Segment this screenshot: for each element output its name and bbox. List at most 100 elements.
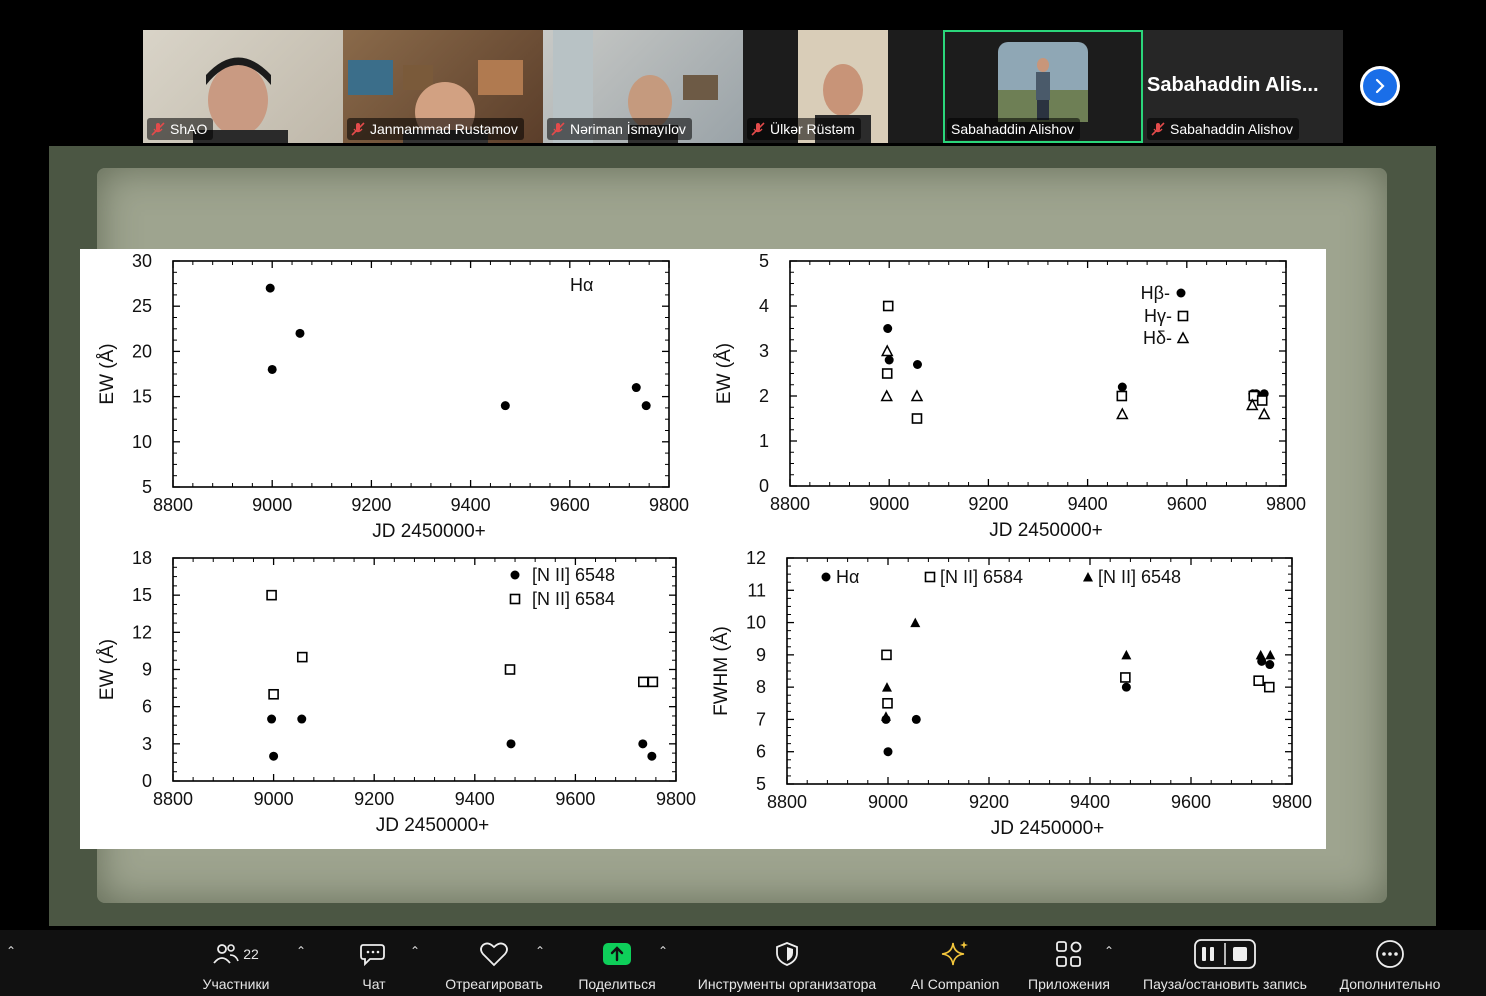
apps-button[interactable]: Приложения [1020, 930, 1118, 996]
y-axis-label: EW (Å) [97, 639, 118, 700]
chevron-up-icon[interactable]: ⌃ [658, 944, 668, 958]
y-tick-label: 9 [756, 645, 766, 665]
gallery-next-button[interactable] [1360, 66, 1400, 106]
x-tick-label: 9400 [1070, 792, 1110, 812]
x-tick-label: 9600 [555, 789, 595, 809]
data-point [631, 383, 641, 393]
participant-tile-2[interactable]: Nəriman İsmayılov [543, 30, 743, 143]
y-tick-label: 25 [132, 296, 152, 316]
y-tick-label: 8 [756, 677, 766, 697]
data-point [647, 676, 659, 688]
y-tick-label: 10 [132, 432, 152, 452]
data-point [1116, 390, 1128, 402]
top-bar [0, 0, 1486, 26]
x-tick-label: 9400 [455, 789, 495, 809]
legend-label: Hδ- [1143, 328, 1172, 348]
data-point [296, 651, 308, 663]
participant-tile-0[interactable]: ShAO [143, 30, 343, 143]
data-point [883, 747, 893, 757]
meeting-toolbar: ⌃ 22 Участники ⌃ Чат ⌃ Отреагировать ⌃ П… [0, 930, 1486, 996]
x-tick-label: 9000 [254, 789, 294, 809]
y-tick-label: 5 [759, 251, 769, 271]
x-axis-label: JD 2450000+ [372, 521, 486, 542]
data-point [638, 739, 648, 749]
participant-name-tag: Janmammad Rustamov [347, 118, 524, 140]
x-axis-label: JD 2450000+ [991, 818, 1105, 839]
x-tick-label: 9800 [1266, 494, 1306, 514]
muted-mic-icon [151, 122, 165, 136]
legend-marker [924, 571, 936, 583]
y-tick-label: 10 [746, 613, 766, 633]
x-tick-label: 9400 [451, 495, 491, 515]
chevron-up-icon[interactable]: ⌃ [6, 944, 16, 958]
legend-label: [N II] 6584 [940, 567, 1023, 587]
legend-label: Hα [836, 567, 859, 587]
data-point [881, 682, 892, 692]
participant-name-tag: Sabahaddin Alishov [947, 118, 1080, 140]
record-label: Пауза/остановить запись [1143, 976, 1307, 992]
y-tick-label: 5 [756, 774, 766, 794]
data-point [500, 401, 510, 411]
ai-companion-label: AI Companion [910, 976, 1000, 992]
chevron-up-icon[interactable]: ⌃ [1104, 944, 1114, 958]
data-point [1116, 407, 1129, 420]
data-point [1121, 682, 1131, 692]
plot-frame [789, 260, 1287, 487]
ai-companion-button[interactable]: AI Companion [902, 930, 1008, 996]
participants-button[interactable]: 22 Участники [196, 930, 276, 996]
chat-icon [360, 944, 385, 967]
participant-tile-3[interactable]: Ülkər Rüstəm [743, 30, 943, 143]
chat-label: Чат [362, 976, 386, 992]
y-tick-label: 11 [747, 580, 766, 600]
legend-label: Hα [570, 275, 593, 295]
data-point [647, 751, 657, 761]
participant-name-tag: Sabahaddin Alishov [1147, 118, 1299, 140]
y-tick-label: 5 [142, 477, 152, 497]
participant-name: Nəriman İsmayılov [570, 121, 686, 137]
more-label: Дополнительно [1339, 976, 1441, 992]
chevron-up-icon[interactable]: ⌃ [535, 944, 545, 958]
data-point [506, 739, 516, 749]
share-screen-button[interactable]: Поделиться [570, 930, 664, 996]
y-tick-label: 3 [142, 734, 152, 754]
participant-name-tag: Ülkər Rüstəm [747, 118, 861, 140]
y-tick-label: 1 [759, 431, 769, 451]
y-tick-label: 30 [132, 251, 152, 271]
participants-label: Участники [202, 976, 270, 992]
y-tick-label: 6 [142, 697, 152, 717]
x-tick-label: 9200 [969, 792, 1009, 812]
chat-button[interactable]: Чат [344, 930, 404, 996]
apps-icon [1056, 941, 1082, 967]
y-axis-label: EW (Å) [97, 343, 118, 404]
data-point [297, 714, 307, 724]
chevron-up-icon[interactable]: ⌃ [296, 944, 306, 958]
y-tick-label: 18 [132, 548, 152, 568]
data-point [267, 364, 277, 374]
y-tick-label: 15 [132, 585, 152, 605]
x-tick-label: 9000 [868, 792, 908, 812]
more-button[interactable]: Дополнительно [1330, 930, 1450, 996]
y-axis-label: EW (Å) [714, 343, 735, 404]
legend-label: [N II] 6548 [532, 565, 615, 585]
participant-tile-4[interactable]: Sabahaddin Alishov [943, 30, 1143, 143]
legend-label: Hβ- [1141, 283, 1170, 303]
x-tick-label: 9000 [869, 494, 909, 514]
react-label: Отреагировать [445, 976, 543, 992]
react-button[interactable]: Отреагировать [438, 930, 550, 996]
data-point [882, 300, 894, 312]
y-tick-label: 12 [746, 548, 766, 568]
legend-label: [N II] 6584 [532, 589, 615, 609]
host-tools-button[interactable]: Инструменты организатора [686, 930, 888, 996]
chevron-right-icon [1363, 69, 1397, 103]
chevron-up-icon[interactable]: ⌃ [410, 944, 420, 958]
data-point [638, 676, 649, 688]
participant-tile-1[interactable]: Janmammad Rustamov [343, 30, 543, 143]
legend-label: Hγ- [1144, 306, 1172, 326]
y-tick-label: 20 [132, 341, 152, 361]
y-tick-label: 15 [132, 387, 152, 407]
y-tick-label: 3 [759, 341, 769, 361]
data-point [880, 389, 893, 402]
legend-marker [1083, 572, 1093, 582]
record-controls-button[interactable]: Пауза/остановить запись [1132, 930, 1318, 996]
participant-name: Sabahaddin Alishov [951, 121, 1074, 137]
